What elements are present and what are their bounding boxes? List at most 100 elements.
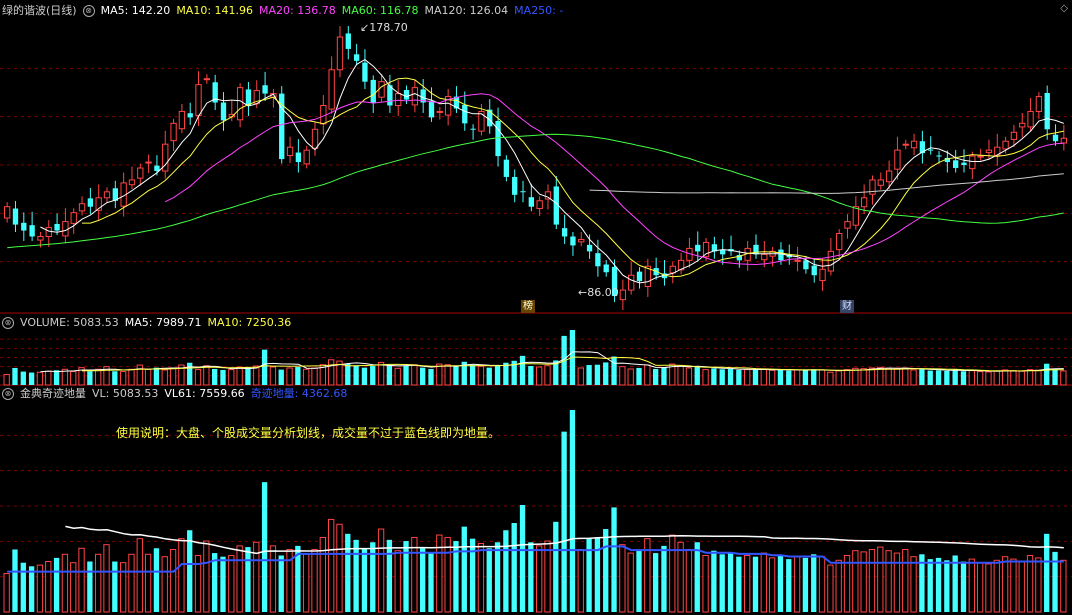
indicator-bar	[1018, 561, 1025, 613]
volume-bar	[677, 365, 684, 386]
candle-body	[220, 102, 227, 121]
indicator-bar	[503, 530, 509, 612]
indicator-bar	[269, 545, 277, 613]
candle-body	[236, 87, 244, 121]
volume-bar	[428, 368, 434, 385]
candle-body	[695, 244, 701, 252]
indicator-bar	[377, 528, 385, 613]
candle-body	[794, 259, 801, 262]
volume-bar	[719, 369, 725, 385]
candle-body	[428, 100, 435, 118]
volume-bar	[835, 370, 842, 386]
indicator-bar	[345, 533, 351, 612]
volume-bar	[469, 365, 476, 385]
volume-bar	[528, 366, 534, 385]
ma-label-0: MA5: 142.20	[100, 4, 171, 17]
candle-body	[936, 155, 942, 157]
indicator-bar	[469, 538, 476, 612]
candle-body	[311, 128, 319, 149]
ma20-line	[164, 93, 1064, 266]
volume-bar	[976, 371, 984, 386]
volume-bar	[394, 367, 401, 386]
indicator-bar	[818, 556, 826, 613]
candle-body	[178, 110, 186, 130]
volume-bar	[843, 369, 851, 386]
indicator-note: 使用说明：大盘、个股成交量分析划线，成交量不过于蓝色线即为地量。	[116, 426, 501, 440]
volume-label-1: MA5: 7989.71	[124, 316, 202, 329]
indicator-label-2: VL61: 7559.66	[164, 387, 245, 400]
indicator-bar	[927, 559, 933, 612]
volume-bar	[220, 369, 226, 385]
indicator-bar	[736, 556, 742, 612]
candle-body	[619, 289, 627, 301]
indicator-bar	[885, 550, 892, 613]
toggle-circle-icon[interactable]: ⊗	[2, 317, 14, 329]
ma120-line	[589, 173, 1064, 194]
event-tag-rank[interactable]: 榜	[521, 300, 535, 313]
volume-label-0: VOLUME: 5083.53	[20, 316, 119, 329]
ma-label-2: MA20: 136.78	[259, 4, 336, 17]
indicator-bar	[278, 555, 284, 612]
volume-bar	[985, 371, 992, 386]
indicator-bar	[835, 559, 842, 613]
indicator-bar	[852, 550, 859, 613]
indicator-bar	[1001, 556, 1009, 613]
volume-bar	[494, 366, 501, 385]
indicator-bar	[203, 540, 210, 613]
volume-label-2: MA10: 7250.36	[207, 316, 292, 329]
volume-bar	[269, 366, 277, 386]
candle-body	[1027, 110, 1034, 128]
candle-body	[902, 143, 909, 146]
volume-bar	[793, 369, 801, 386]
volume-bar	[893, 368, 901, 386]
indicator-bar	[128, 553, 135, 613]
indicator-bar	[87, 561, 93, 612]
toggle-circle-icon[interactable]: ⊗	[2, 388, 14, 400]
indicator-bar	[144, 553, 152, 613]
candle-body	[154, 165, 160, 171]
volume-bar	[711, 368, 717, 385]
indicator-bar	[811, 554, 817, 612]
candle-body	[411, 87, 419, 106]
candle-body	[78, 203, 86, 212]
indicator-bar	[752, 556, 759, 612]
candle-body	[395, 93, 402, 106]
volume-bar	[652, 368, 659, 385]
volume-bar	[603, 362, 609, 385]
candle-body	[303, 149, 310, 165]
indicator-label-0: 金典奇迹地量	[20, 387, 86, 400]
candle-body	[436, 110, 443, 113]
indicator-bar	[461, 526, 467, 612]
candle-body	[245, 89, 252, 106]
candle-body	[336, 36, 344, 71]
toggle-circle-icon[interactable]: ⊗	[82, 5, 95, 17]
volume-bar	[144, 368, 152, 386]
candle-body	[1044, 92, 1050, 130]
indicator-bar	[694, 542, 700, 612]
indicator-bar	[95, 553, 102, 613]
candle-body	[977, 155, 984, 158]
volume-bar	[3, 374, 10, 386]
candle-body	[520, 191, 526, 193]
volume-bar	[935, 370, 942, 385]
indicator-bar	[494, 542, 501, 612]
volume-bar	[868, 367, 876, 386]
candle-body	[45, 227, 52, 237]
volume-bar	[644, 364, 651, 386]
event-tag-finance[interactable]: 财	[840, 300, 854, 313]
expand-diamond-icon[interactable]: ◇	[1060, 3, 1068, 14]
indicator-bar	[361, 548, 368, 612]
candle-body	[470, 128, 476, 130]
volume-bar	[411, 364, 418, 386]
volume-bar	[353, 365, 359, 385]
indicator-bar	[968, 558, 975, 613]
indicator-bar	[112, 561, 118, 612]
volume-bar	[128, 368, 135, 386]
indicator-bar	[603, 529, 609, 612]
volume-bar	[436, 363, 443, 386]
indicator-bar	[1060, 559, 1067, 613]
indicator-bar	[45, 561, 52, 613]
volume-bar	[611, 356, 617, 385]
stock-title[interactable]: 绿的谐波(日线)	[2, 4, 77, 17]
chart-canvas[interactable]	[0, 0, 1072, 615]
